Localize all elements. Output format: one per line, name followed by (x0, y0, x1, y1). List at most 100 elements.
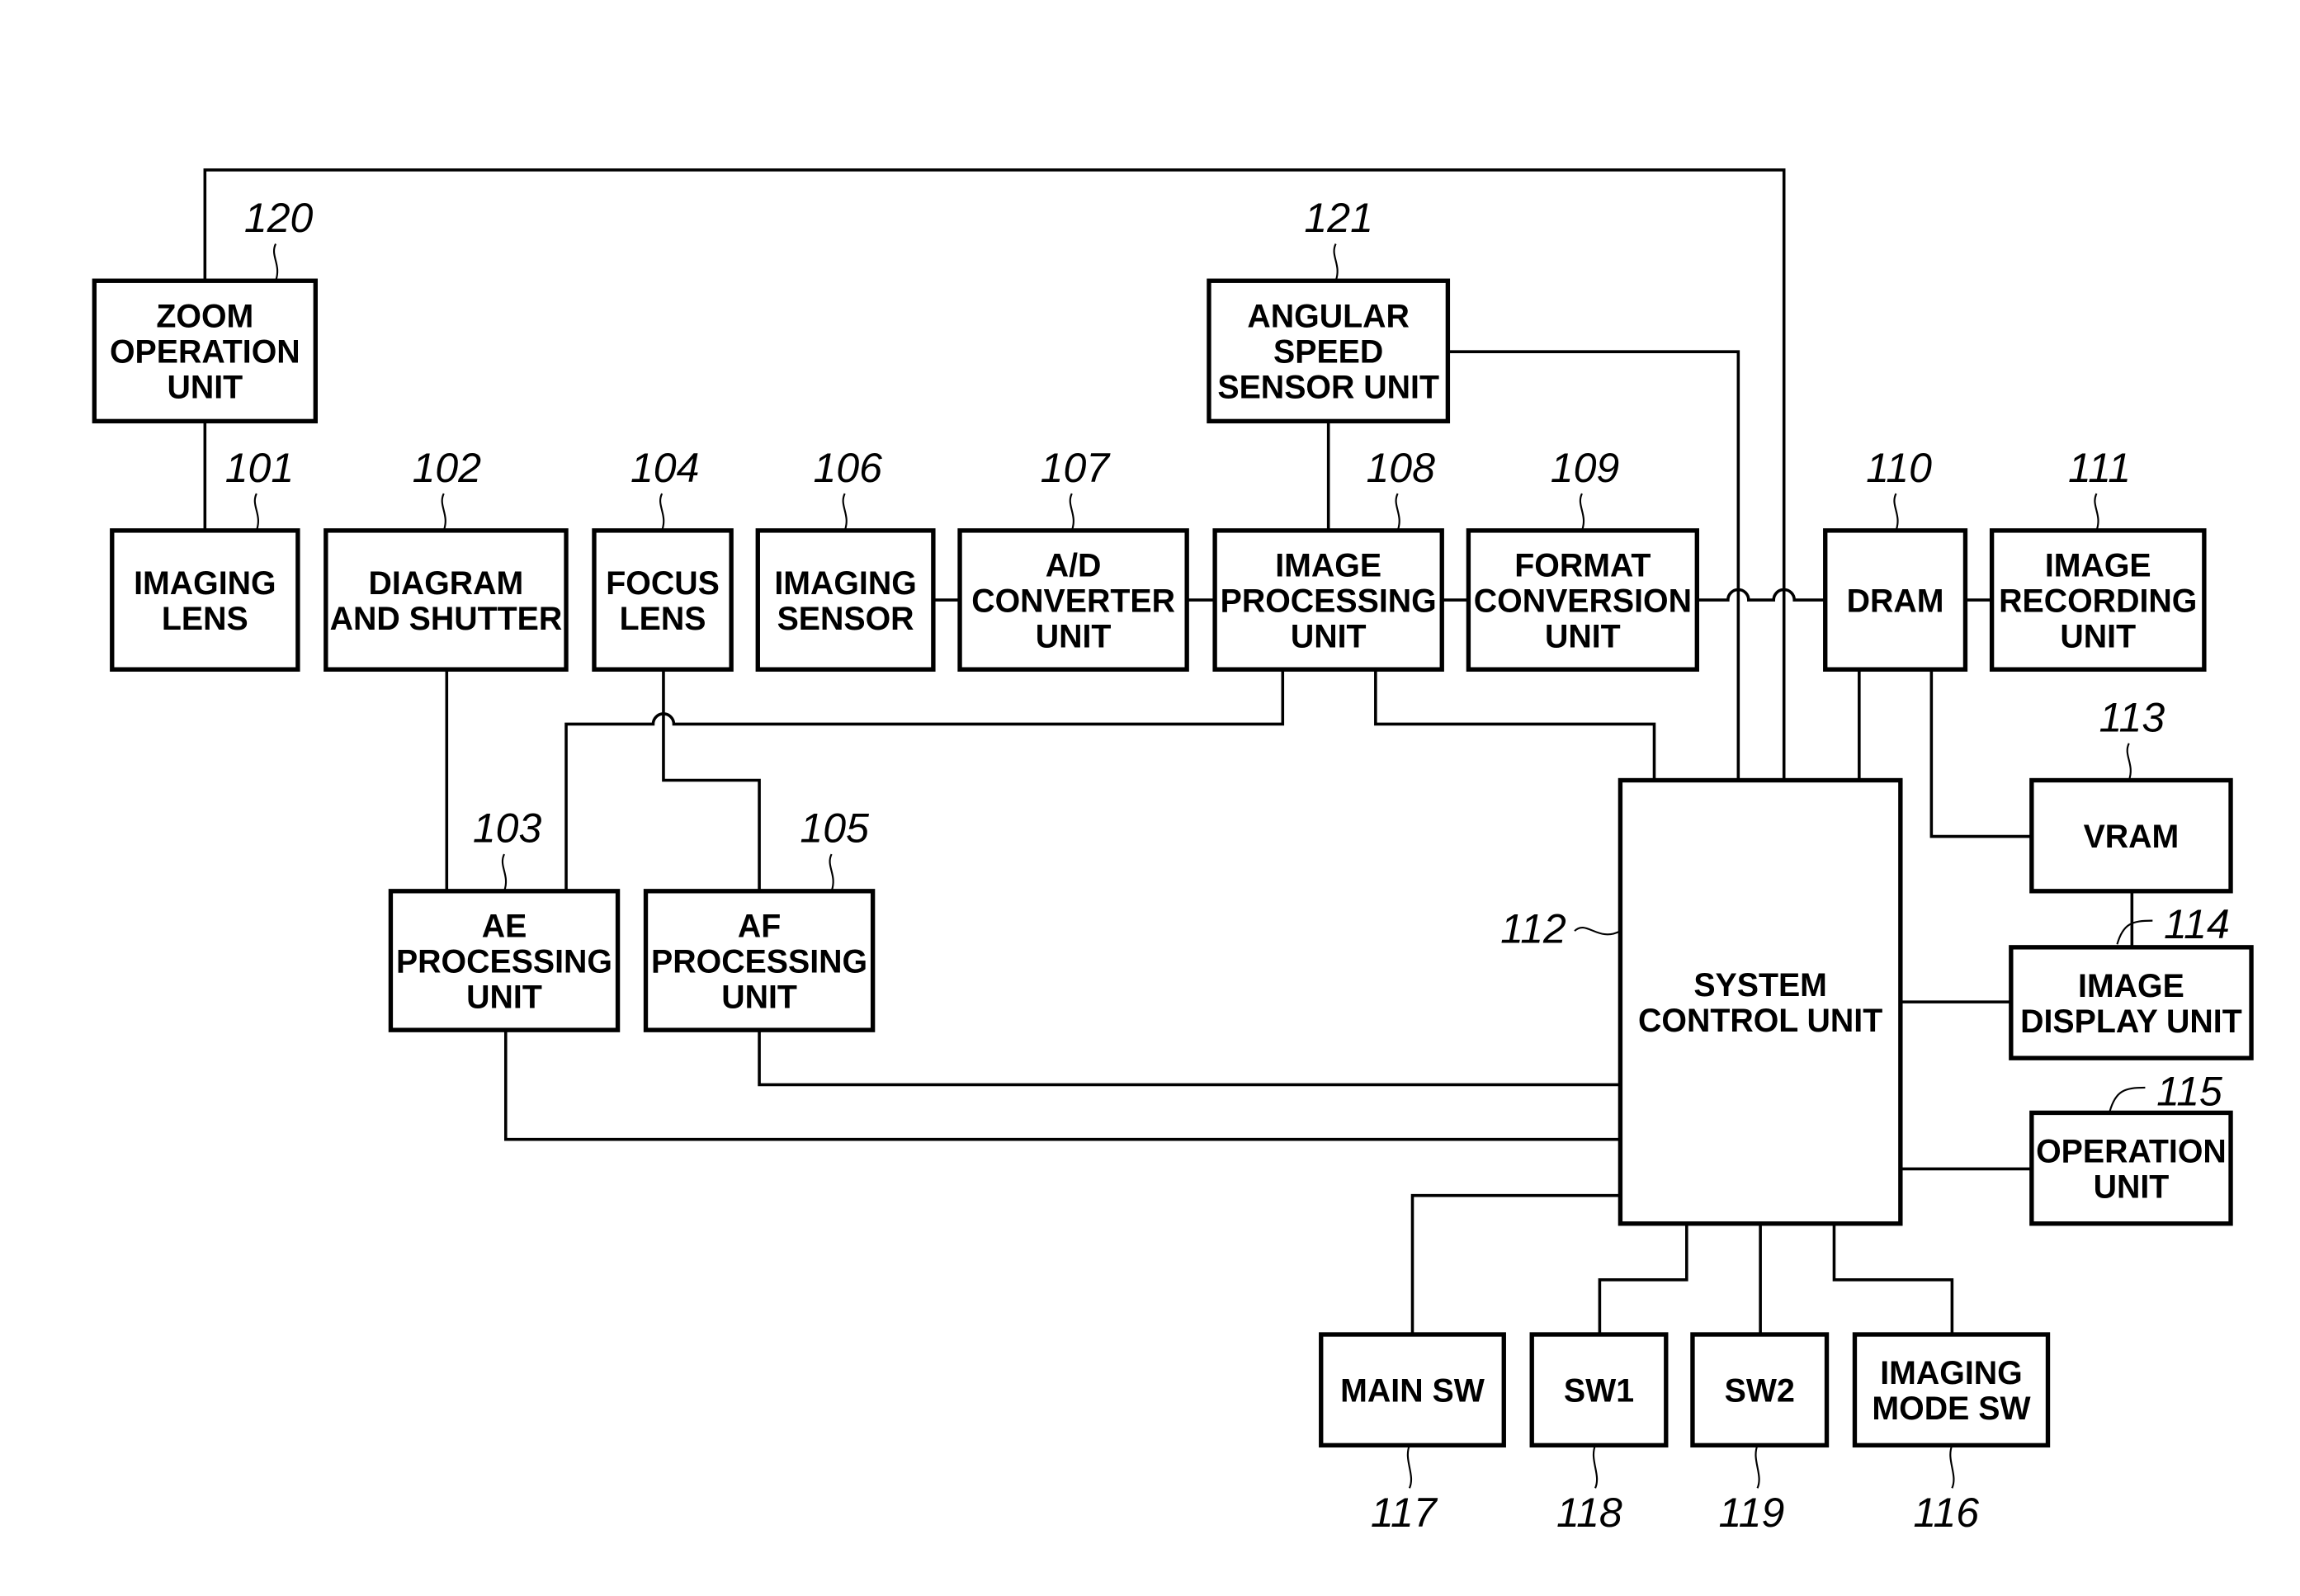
reference-numeral: 105 (800, 805, 869, 852)
reference-numeral: 110 (1866, 445, 1932, 491)
leader-line (842, 493, 848, 531)
block-110: DRAM 110 (1823, 445, 1968, 672)
block-107: A/DCONVERTERUNIT 107 (957, 445, 1189, 672)
reference-numeral: 102 (413, 445, 482, 491)
wire-af-to-system (758, 1030, 1621, 1087)
wire-system-to-modesw (1832, 1223, 1954, 1335)
block-label: OPERATION (2036, 1133, 2227, 1169)
reference-numeral: 103 (473, 805, 542, 852)
wire-format-to-dram (1697, 588, 1825, 602)
leader-line (1949, 1444, 1955, 1489)
block-118: SW1 118 (1529, 1332, 1669, 1536)
block-label: SPEED (1273, 334, 1383, 371)
leader-line (1592, 1444, 1599, 1489)
wire-dram-to-vram (1929, 669, 2032, 838)
block-label: DRAM (1847, 583, 1944, 619)
block-label: LENS (620, 601, 706, 637)
reference-numeral: 108 (1366, 445, 1435, 491)
block-label: AF (738, 908, 781, 944)
block-label: FOCUS (606, 565, 720, 602)
block-label: FORMAT (1514, 547, 1651, 583)
block-label: SW2 (1725, 1372, 1795, 1409)
block-label: VRAM (2084, 819, 2180, 855)
block-115: OPERATIONUNIT 115 (2029, 1068, 2233, 1226)
block-label: PROCESSING (1221, 583, 1437, 619)
wire-focus-to-af (662, 669, 761, 891)
block-label: AND SHUTTER (330, 601, 563, 637)
wire-system-to-mainsw (1410, 1193, 1621, 1335)
reference-numeral: 107 (1041, 445, 1112, 491)
block-label: UNIT (1036, 618, 1112, 654)
leader-line (2116, 919, 2153, 945)
block-106: IMAGINGSENSOR 106 (755, 445, 936, 672)
block-label: MODE SW (1872, 1391, 2031, 1427)
wire-system-to-sw1 (1598, 1223, 1688, 1335)
block-119: SW2 119 (1690, 1332, 1830, 1536)
reference-numeral: 116 (1913, 1490, 1979, 1536)
block-label: IMAGE (1275, 547, 1381, 583)
reference-numeral: 101 (225, 445, 294, 491)
block-label: SENSOR UNIT (1217, 370, 1439, 406)
reference-numeral: 104 (630, 445, 699, 491)
block-label: UNIT (167, 370, 243, 406)
block-label: RECORDING (1999, 583, 2197, 619)
block-102: DIAGRAMAND SHUTTER 102 (324, 445, 569, 672)
reference-numeral: 111 (2068, 445, 2131, 491)
leader-line (2109, 1086, 2146, 1112)
leader-line (1333, 243, 1339, 281)
block-label: UNIT (2060, 618, 2136, 654)
block-label: UNIT (466, 979, 542, 1015)
block-label: A/D (1046, 547, 1102, 583)
block-label: MAIN SW (1340, 1372, 1485, 1409)
reference-numeral: 113 (2099, 694, 2165, 740)
leader-line (273, 243, 279, 281)
block-label: CONTROL UNIT (1638, 1003, 1882, 1039)
reference-numeral: 114 (2164, 901, 2230, 947)
leader-line (2126, 743, 2132, 781)
block-label: DIAGRAM (369, 565, 524, 602)
leader-line (1755, 1444, 1760, 1489)
block-116: IMAGINGMODE SW 116 (1852, 1332, 2051, 1536)
leader-line (1069, 493, 1074, 531)
reference-numeral: 112 (1500, 905, 1566, 951)
leader-line (441, 493, 446, 531)
reference-numeral: 121 (1304, 195, 1372, 241)
block-label: SYSTEM (1693, 967, 1827, 1003)
blocks: ZOOMOPERATIONUNIT120ANGULARSPEEDSENSOR U… (92, 195, 2254, 1536)
block-label: LENS (162, 601, 248, 637)
block-label: SW1 (1564, 1372, 1634, 1409)
leader-line (501, 853, 508, 892)
block-diagram: ZOOMOPERATIONUNIT120ANGULARSPEEDSENSOR U… (92, 168, 2254, 1536)
block-109: FORMATCONVERSIONUNIT 109 (1466, 445, 1699, 672)
block-label: CONVERTER (971, 583, 1175, 619)
reference-numeral: 119 (1719, 1490, 1785, 1536)
reference-numeral: 106 (814, 445, 883, 491)
block-label: DISPLAY UNIT (2020, 1003, 2242, 1040)
block-label: PROCESSING (396, 943, 612, 980)
leader-line (1574, 926, 1621, 936)
leader-line (1395, 493, 1400, 531)
block-label: PROCESSING (651, 943, 867, 980)
block-117: MAIN SW 117 (1319, 1332, 1506, 1536)
reference-numeral: 115 (2156, 1068, 2222, 1114)
block-label: UNIT (1291, 618, 1367, 654)
leader-line (1579, 493, 1585, 531)
block-103: AEPROCESSINGUNIT 103 (388, 805, 621, 1032)
leader-line (2094, 493, 2099, 531)
block-104: FOCUSLENS 104 (592, 445, 734, 672)
block-label: IMAGING (134, 565, 276, 602)
block-label: UNIT (2094, 1169, 2170, 1205)
leader-line (1893, 493, 1899, 531)
block-label: ZOOM (156, 299, 253, 335)
block-label: UNIT (721, 979, 797, 1015)
block-label: UNIT (1545, 618, 1621, 654)
reference-numeral: 109 (1551, 445, 1619, 491)
reference-numeral: 117 (1371, 1490, 1438, 1536)
block-label: IMAGE (2045, 547, 2151, 583)
leader-line (1406, 1444, 1413, 1489)
block-111: IMAGERECORDINGUNIT 111 (1989, 445, 2207, 672)
block-label: SENSOR (777, 601, 914, 637)
leader-line (253, 493, 259, 531)
block-label: OPERATION (110, 334, 300, 371)
block-113: VRAM 113 (2029, 694, 2233, 894)
